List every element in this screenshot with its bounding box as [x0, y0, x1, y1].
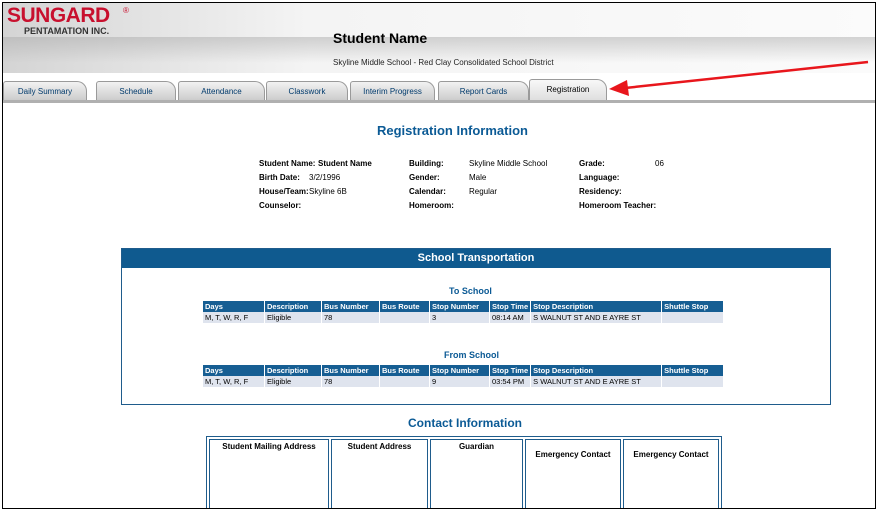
birth-date-value: 3/2/1996 — [309, 173, 341, 182]
tab-classwork[interactable]: Classwork — [266, 81, 348, 102]
cell-stop-time: 08:14 AM — [489, 312, 532, 323]
tab-attendance[interactable]: Attendance — [178, 81, 265, 102]
table-header-row: Days Description Bus Number Bus Route St… — [203, 365, 725, 376]
gender-label: Gender: — [409, 173, 440, 182]
guardian-cell: Guardian — [430, 439, 523, 508]
col-stop-description: Stop Description — [530, 301, 663, 312]
col-stop-number: Stop Number — [429, 365, 490, 376]
from-school-title: From School — [444, 350, 500, 360]
cell-bus-number: 78 — [321, 376, 380, 387]
residency-label: Residency: — [579, 187, 622, 196]
cell-shuttle-stop — [661, 376, 725, 387]
col-bus-number: Bus Number — [321, 301, 380, 312]
counselor-label: Counselor: — [259, 201, 302, 210]
school-district: Skyline Middle School - Red Clay Consoli… — [333, 58, 554, 67]
cell-bus-number: 78 — [321, 312, 380, 323]
cell-days: M, T, W, R, F — [203, 312, 265, 323]
gender-value: Male — [469, 173, 487, 182]
to-school-title: To School — [449, 286, 492, 296]
col-stop-description: Stop Description — [530, 365, 663, 376]
emergency-contact-cell-1: Emergency Contact — [525, 439, 621, 508]
grade-value: 06 — [655, 159, 664, 168]
table-row: M, T, W, R, F Eligible 78 9 03:54 PM S W… — [203, 376, 725, 387]
cell-description: Eligible — [264, 312, 322, 323]
cell-stop-description: S WALNUT ST AND E AYRE ST — [530, 312, 663, 323]
homeroom-label: Homeroom: — [409, 201, 454, 210]
cell-stop-description: S WALNUT ST AND E AYRE ST — [530, 376, 663, 387]
col-description: Description — [264, 301, 322, 312]
tab-schedule[interactable]: Schedule — [96, 81, 176, 102]
logo-registered-mark: ® — [123, 6, 129, 15]
col-stop-time: Stop Time — [489, 301, 532, 312]
tab-daily-summary[interactable]: Daily Summary — [3, 81, 87, 102]
tab-registration[interactable]: Registration — [529, 79, 607, 102]
birth-date-label: Birth Date: — [259, 173, 300, 182]
contact-title: Contact Information — [408, 416, 522, 430]
logo-subtitle: PENTAMATION INC. — [24, 26, 110, 36]
col-bus-route: Bus Route — [379, 365, 430, 376]
contact-row: Student Mailing Address Student Address … — [209, 439, 719, 508]
sungard-logo: SUNGARD ® PENTAMATION INC. — [7, 4, 142, 37]
col-stop-number: Stop Number — [429, 301, 490, 312]
col-description: Description — [264, 365, 322, 376]
cell-stop-number: 9 — [429, 376, 490, 387]
cell-bus-route — [379, 312, 430, 323]
cell-stop-number: 3 — [429, 312, 490, 323]
language-label: Language: — [579, 173, 620, 182]
col-stop-time: Stop Time — [489, 365, 532, 376]
tab-interim-progress[interactable]: Interim Progress — [350, 81, 435, 102]
col-shuttle-stop: Shuttle Stop — [661, 301, 725, 312]
house-team-label: House/Team: — [259, 187, 309, 196]
grade-label: Grade: — [579, 159, 605, 168]
building-value: Skyline Middle School — [469, 159, 548, 168]
tab-report-cards[interactable]: Report Cards — [438, 81, 529, 102]
cell-description: Eligible — [264, 376, 322, 387]
cell-days: M, T, W, R, F — [203, 376, 265, 387]
browser-frame: SUNGARD ® PENTAMATION INC. Student Name … — [2, 2, 876, 509]
page-title: Student Name — [333, 30, 428, 46]
col-shuttle-stop: Shuttle Stop — [661, 365, 725, 376]
col-bus-route: Bus Route — [379, 301, 430, 312]
col-days: Days — [203, 301, 265, 312]
contact-table: Student Mailing Address Student Address … — [206, 436, 722, 508]
student-name-label: Student Name: — [259, 159, 316, 168]
cell-stop-time: 03:54 PM — [489, 376, 532, 387]
building-label: Building: — [409, 159, 444, 168]
emergency-contact-cell-2: Emergency Contact — [623, 439, 719, 508]
col-bus-number: Bus Number — [321, 365, 380, 376]
to-school-table: Days Description Bus Number Bus Route St… — [203, 301, 725, 323]
logo-wordmark: SUNGARD — [7, 4, 110, 27]
from-school-table: Days Description Bus Number Bus Route St… — [203, 365, 725, 387]
student-mailing-address-cell: Student Mailing Address — [209, 439, 329, 508]
homeroom-teacher-label: Homeroom Teacher: — [579, 201, 657, 210]
registration-title: Registration Information — [377, 123, 528, 138]
annotation-arrow-icon — [609, 60, 869, 96]
cell-bus-route — [379, 376, 430, 387]
cell-shuttle-stop — [661, 312, 725, 323]
table-header-row: Days Description Bus Number Bus Route St… — [203, 301, 725, 312]
student-name-value: Student Name — [318, 159, 372, 168]
col-days: Days — [203, 365, 265, 376]
house-team-value: Skyline 6B — [309, 187, 347, 196]
student-address-cell: Student Address — [331, 439, 428, 508]
calendar-label: Calendar: — [409, 187, 446, 196]
calendar-value: Regular — [469, 187, 498, 196]
table-row: M, T, W, R, F Eligible 78 3 08:14 AM S W… — [203, 312, 725, 323]
transportation-title: School Transportation — [122, 249, 830, 268]
